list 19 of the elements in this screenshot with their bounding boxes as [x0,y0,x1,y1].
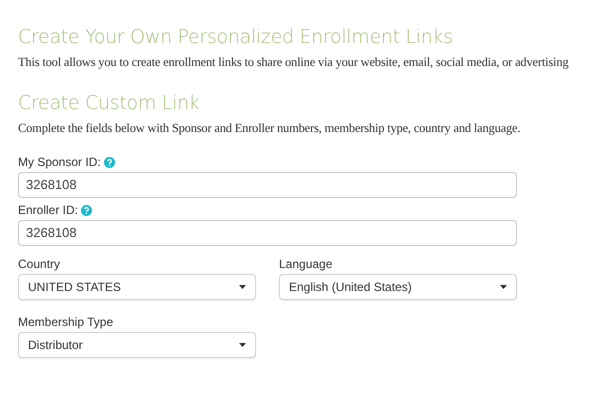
help-icon[interactable] [81,204,92,216]
field-label: My Sponsor ID: [18,154,101,171]
field-label: Membership Type [18,314,114,331]
dropdown[interactable]: Distributor [18,332,256,358]
section-heading: Create Custom Link [18,91,201,116]
section-description: Complete the fields below with Sponsor and Enroller numbers, membership type, country and language. [18,120,522,136]
input-field[interactable]: 3268108 [18,220,517,246]
caret-icon [239,285,246,289]
dropdown[interactable]: UNITED STATES [18,274,256,300]
section-heading: Create Your Own Personalized Enrollment Links [18,25,454,50]
input-field[interactable]: 3268108 [18,172,517,198]
field-label: Enroller ID: [18,202,78,219]
help-icon[interactable] [104,156,115,168]
field-label: Country [18,256,60,273]
section-description: This tool allows you to create enrollment links to share online via your website, email, social media, or advertising [18,54,570,70]
caret-icon [239,343,246,347]
dropdown[interactable]: English (United States) [279,274,517,300]
field-label: Language [279,256,332,273]
caret-icon [500,285,507,289]
